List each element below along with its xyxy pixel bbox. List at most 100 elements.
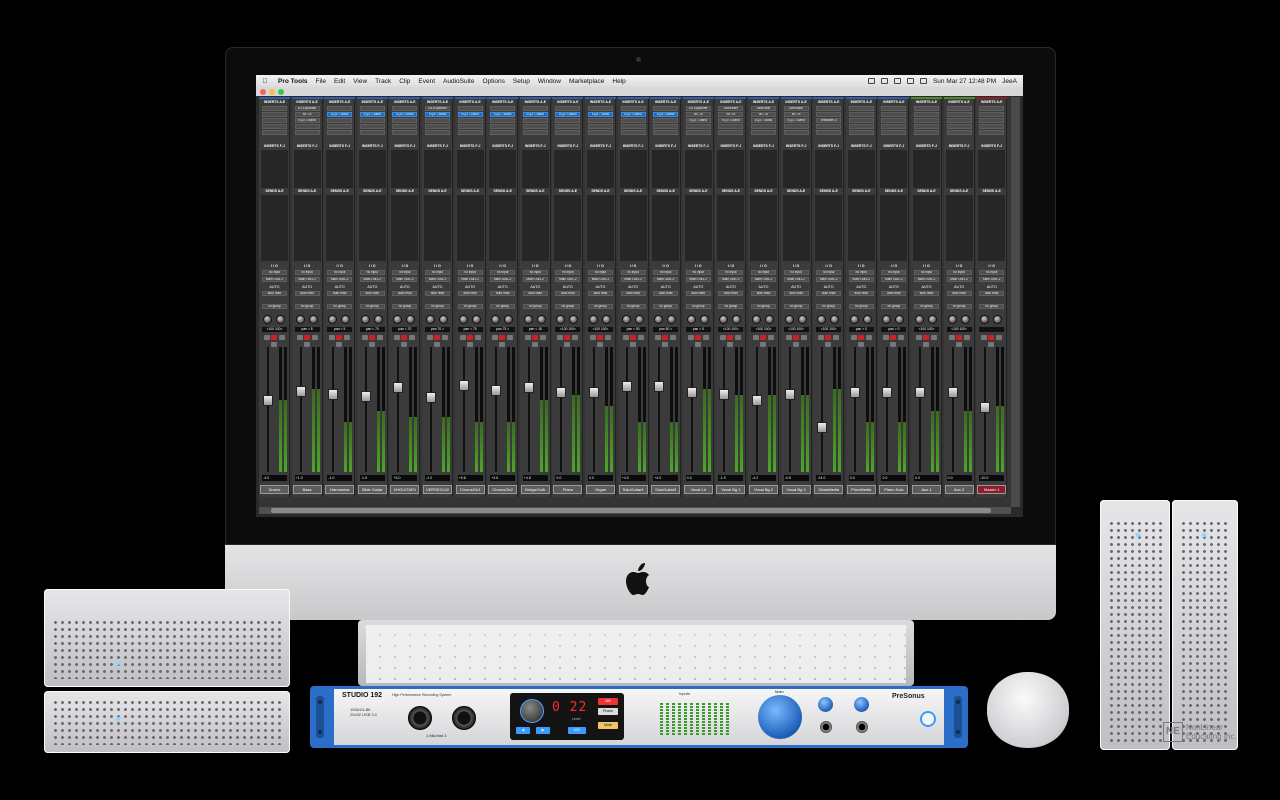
input-selector[interactable]: no input (848, 270, 874, 275)
insert-slot[interactable] (816, 124, 842, 129)
sends-area[interactable] (684, 195, 712, 261)
track-name[interactable]: Vocal Bg 1 (716, 485, 746, 494)
input-selector[interactable]: no input (946, 270, 972, 275)
volume-value[interactable]: -4.0 (262, 475, 287, 481)
inserts-fj-area[interactable] (326, 150, 354, 188)
output-selector[interactable]: Main Out1-2 (392, 277, 418, 282)
zoom-icon[interactable] (278, 88, 284, 95)
pan-knob-right[interactable] (276, 315, 285, 324)
keyboard-keys[interactable] (366, 625, 906, 683)
group-selector[interactable]: no group (620, 304, 646, 309)
mute-button[interactable] (760, 342, 766, 347)
insert-slot[interactable] (914, 124, 939, 129)
volume-fader[interactable] (817, 422, 828, 433)
menu-window[interactable]: Window (534, 78, 565, 85)
insert-slot[interactable] (914, 118, 939, 123)
volume-value[interactable]: -4.2 (751, 475, 776, 481)
pan-knob-left[interactable] (523, 315, 533, 324)
record-button[interactable] (727, 335, 734, 340)
insert-slot[interactable] (522, 106, 548, 111)
insert-slot[interactable] (425, 118, 450, 123)
solo-button[interactable] (931, 335, 937, 340)
volume-value[interactable]: -24.0 (816, 475, 842, 481)
solo-button[interactable] (344, 335, 351, 340)
pan-knob-right[interactable] (830, 315, 840, 324)
vertical-scrollbar[interactable] (1011, 97, 1020, 507)
wifi-icon[interactable] (906, 78, 914, 84)
automation-mode[interactable]: auto read (555, 291, 581, 296)
insert-slot[interactable]: EQ3 7-Band (751, 118, 776, 123)
volume-value[interactable]: -1.9 (718, 475, 744, 481)
volume-fader[interactable] (621, 381, 632, 393)
group-selector[interactable]: no group (490, 304, 516, 309)
insert-slot[interactable]: D3 Expander (425, 106, 450, 111)
insert-slot[interactable]: D3 Expander (685, 106, 711, 111)
output-selector[interactable]: Main Out1-2 (653, 277, 679, 282)
solo-button[interactable] (670, 335, 677, 340)
automation-mode[interactable]: auto read (946, 291, 972, 296)
automation-mode[interactable]: auto read (881, 291, 907, 296)
insert-slot[interactable] (946, 124, 972, 129)
insert-slot[interactable] (946, 118, 972, 123)
pan-knob-left[interactable] (360, 315, 370, 324)
group-selector[interactable]: no group (359, 304, 385, 309)
pan-knob-left[interactable] (654, 315, 664, 324)
phantom-48v-button[interactable]: 48V (598, 698, 618, 705)
automation-mode[interactable]: auto read (490, 291, 516, 296)
volume-value[interactable]: -1.9 (359, 475, 385, 481)
insert-slot[interactable]: BF-76 (294, 112, 320, 117)
pan-knob-right[interactable] (569, 315, 579, 324)
volume-value[interactable]: -10.0 (979, 475, 1005, 481)
solo-button[interactable] (442, 335, 448, 340)
mic-button[interactable]: MIC (568, 727, 586, 734)
phones-knob-2[interactable] (854, 697, 869, 712)
volume-fader[interactable] (882, 386, 893, 398)
horizontal-scrollbar[interactable] (259, 507, 1011, 514)
insert-slot[interactable] (718, 130, 744, 135)
inserts-fj-area[interactable] (978, 150, 1006, 188)
sends-area[interactable] (587, 195, 614, 261)
mute-button[interactable] (857, 342, 864, 347)
input-selector[interactable]: no input (294, 270, 320, 275)
input-selector[interactable]: no input (359, 270, 385, 275)
mute-button[interactable] (466, 342, 473, 347)
pan-value[interactable]: <100 100> (946, 327, 972, 332)
insert-slot[interactable] (327, 118, 353, 123)
sends-area[interactable] (261, 195, 288, 261)
pan-knob-left[interactable] (458, 315, 468, 324)
pan-knob-left[interactable] (752, 315, 761, 324)
volume-value[interactable]: 0.0 (881, 475, 907, 481)
track-name[interactable]: Bass (292, 485, 322, 494)
insert-slot[interactable] (490, 130, 516, 135)
solo-button[interactable] (996, 335, 1003, 340)
automation-mode[interactable]: auto read (262, 291, 287, 296)
insert-slot[interactable] (979, 130, 1005, 135)
pan-knob-left[interactable] (882, 315, 892, 324)
track-name[interactable]: GbanMedia (814, 485, 844, 494)
input-selector[interactable]: no input (751, 270, 776, 275)
insert-slot[interactable] (718, 124, 744, 129)
insert-slot[interactable]: EQ3 7-Band (620, 112, 646, 117)
pan-value[interactable]: <100 100> (816, 327, 842, 332)
automation-mode[interactable]: auto read (979, 291, 1005, 296)
menu-edit[interactable]: Edit (330, 78, 349, 85)
insert-slot[interactable]: EQ3 7-Band (653, 112, 679, 117)
automation-mode[interactable]: auto read (359, 291, 385, 296)
insert-slot[interactable] (392, 106, 418, 111)
volume-fader[interactable] (556, 386, 567, 398)
pan-knob-right[interactable] (928, 315, 937, 324)
record-button[interactable] (499, 335, 506, 340)
volume-value[interactable]: +4.8 (522, 475, 548, 481)
main-volume-knob[interactable] (758, 695, 802, 739)
sends-area[interactable] (945, 195, 973, 261)
insert-slot[interactable] (457, 106, 483, 111)
send-button[interactable] (850, 335, 857, 340)
pan-value[interactable]: pan < 18 (522, 327, 548, 332)
mute-button[interactable] (499, 342, 506, 347)
input-selector[interactable]: no input (392, 270, 418, 275)
record-button[interactable] (303, 335, 310, 340)
pan-knob-right[interactable] (862, 315, 872, 324)
send-button[interactable] (687, 335, 694, 340)
record-button[interactable] (597, 335, 603, 340)
inserts-fj-area[interactable] (847, 150, 875, 188)
